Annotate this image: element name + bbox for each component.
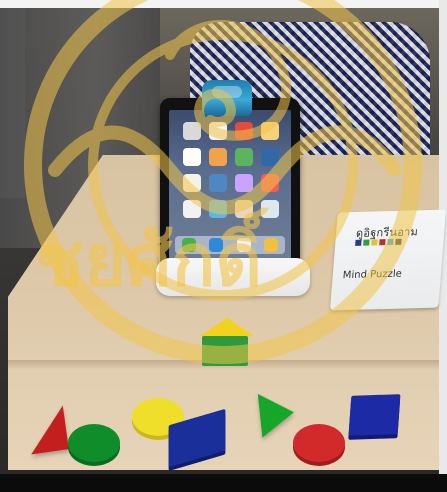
app-icon bbox=[235, 148, 253, 166]
booklet-color-squares bbox=[355, 238, 402, 246]
tangram-house-shape bbox=[200, 318, 254, 366]
tablet-reflector bbox=[202, 80, 252, 116]
red-triangle bbox=[25, 405, 69, 455]
app-icon bbox=[209, 122, 227, 140]
dock-app-icon bbox=[181, 238, 196, 252]
booklet-square bbox=[371, 239, 378, 246]
red-circle bbox=[293, 424, 345, 462]
green-circle bbox=[68, 424, 120, 462]
booklet-square bbox=[395, 238, 402, 245]
blue-square bbox=[348, 394, 401, 436]
dock-app-icon bbox=[236, 238, 251, 252]
bottom-strip bbox=[0, 474, 447, 492]
dock bbox=[175, 236, 285, 254]
app-icon bbox=[235, 174, 253, 192]
app-icon bbox=[183, 148, 201, 166]
app-icon bbox=[235, 122, 253, 140]
tablet-stand bbox=[156, 258, 310, 296]
tablet-screen bbox=[169, 110, 291, 260]
app-icon bbox=[261, 174, 279, 192]
booklet-square bbox=[379, 239, 386, 246]
booklet: ดูอิฐกรีนอาม Mind Puzzle bbox=[330, 209, 446, 311]
app-icon bbox=[183, 174, 201, 192]
booklet-square bbox=[363, 239, 370, 246]
booklet-title: Mind Puzzle bbox=[342, 268, 403, 282]
app-icon bbox=[183, 200, 201, 218]
app-icon bbox=[209, 200, 227, 218]
app-icon bbox=[183, 122, 201, 140]
green-house-base bbox=[202, 336, 248, 366]
app-icon bbox=[261, 200, 279, 218]
app-icon bbox=[209, 148, 227, 166]
green-triangle bbox=[257, 390, 297, 438]
tablet bbox=[160, 98, 300, 275]
dock-app-icon bbox=[264, 238, 279, 252]
booklet-square bbox=[387, 238, 394, 246]
top-border bbox=[0, 0, 447, 8]
dock-app-icon bbox=[209, 238, 224, 252]
app-grid bbox=[183, 122, 279, 218]
app-icon bbox=[261, 122, 279, 140]
yellow-roof bbox=[200, 318, 254, 336]
app-icon bbox=[235, 200, 253, 218]
app-icon bbox=[209, 174, 227, 192]
booklet-square bbox=[355, 239, 362, 246]
app-icon bbox=[261, 148, 279, 166]
photo-frame: ดูอิฐกรีนอาม Mind Puzzle ชยศักดิ์ bbox=[0, 0, 447, 492]
